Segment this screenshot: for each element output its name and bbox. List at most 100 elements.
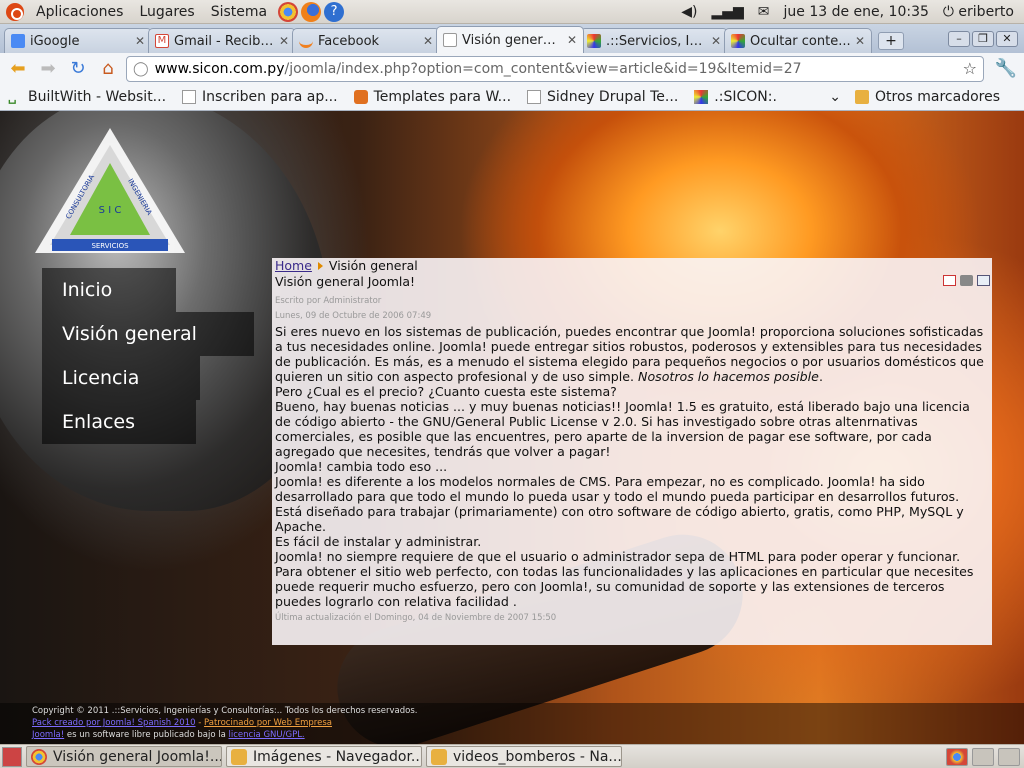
help-icon[interactable]: ? [324,1,345,22]
footer-credits: Pack creado por Joomla! Spanish 2010 - P… [32,718,332,728]
article-paragraph: Bueno, hay buenas noticias ... y muy bue… [275,399,970,459]
page-icon [527,90,542,104]
mail-icon[interactable]: ✉ [758,4,770,20]
ubuntu-logo-icon[interactable] [6,2,24,21]
address-bar[interactable]: ◯ www.sicon.com.py/joomla/index.php?opti… [126,55,984,82]
other-bookmarks[interactable]: Otros marcadores [854,89,1000,105]
joomla-favicon-icon [587,34,601,48]
network-signal-icon[interactable]: ▂▄▆ [711,4,743,20]
article-panel: Home Visión general Visión general Jooml… [272,258,992,645]
url-path: /joomla/index.php?option=com_content&vie… [284,60,802,77]
footer-pack-link[interactable]: Pack creado por Joomla! Spanish 2010 [32,718,196,728]
close-icon[interactable]: ✕ [855,34,865,48]
menu-item-licencia[interactable]: Licencia [42,356,200,400]
logo-text-sic: S I C [99,205,122,216]
article-paragraph: Pero ¿Cual es el precio? ¿Cuanto cuesta … [275,384,617,399]
close-icon[interactable]: ✕ [711,34,721,48]
forward-arrow-icon[interactable]: ➡ [36,57,60,81]
bookmark-sicon[interactable]: .:SICON:. [694,89,777,105]
trash-icon[interactable] [998,747,1020,766]
reload-icon[interactable]: ↻ [66,57,90,81]
chevron-down-icon[interactable]: ⌄ [829,89,841,105]
wrench-icon[interactable]: 🔧 [994,57,1018,81]
firefox-launcher-icon[interactable] [301,1,322,22]
igoogle-favicon-icon [11,34,25,48]
menu-item-enlaces[interactable]: Enlaces [42,400,196,444]
tab-strip: iGoogle ✕ M Gmail - Recibi... ✕ Facebook… [0,24,1024,53]
menu-item-vision-general[interactable]: Visión general [42,312,254,356]
tab-title: .::Servicios, In... [606,33,707,49]
tab-vision-general[interactable]: Visión general... ✕ [436,26,584,53]
task-label: videos_bomberos - Na... [453,748,622,765]
breadcrumb-home-link[interactable]: Home [275,258,312,273]
menu-item-inicio[interactable]: Inicio [42,268,176,312]
task-videos[interactable]: videos_bomberos - Na... [426,746,622,767]
article-paragraph: Para obtener el sitio web perfecto, con … [275,564,974,609]
close-icon[interactable]: ✕ [135,34,145,48]
bookmark-templates[interactable]: Templates para W... [353,89,511,105]
user-name: eriberto [958,3,1014,20]
tab-igoogle[interactable]: iGoogle ✕ [4,28,152,53]
folder-icon [231,748,247,765]
bookmark-inscriben[interactable]: Inscriben para ap... [182,89,338,105]
tab-gmail[interactable]: M Gmail - Recibi... ✕ [148,28,296,53]
new-tab-button[interactable]: + [878,32,904,50]
close-window-button[interactable]: ✕ [996,31,1018,47]
show-desktop-button[interactable] [2,746,22,767]
volume-icon[interactable]: ◀) [681,4,697,20]
breadcrumb-arrow-icon [317,261,323,270]
close-icon[interactable]: ✕ [279,34,289,48]
close-icon[interactable]: ✕ [567,33,577,47]
article-paragraph: Es fácil de instalar y administrar. [275,534,482,549]
workspace-switcher[interactable] [972,747,994,766]
web-page: SERVICIOS CONSULTORIA INGENIERIA S I C I… [0,111,1024,744]
menu-sistema[interactable]: Sistema [203,4,275,20]
bookmark-star-icon[interactable]: ☆ [963,59,977,78]
url-host: www.sicon.com.py [154,60,285,77]
user-menu[interactable]: ⏻ eriberto [943,4,1014,20]
pdf-icon[interactable] [943,275,956,286]
print-icon[interactable] [960,275,973,286]
clock[interactable]: jue 13 de ene, 10:35 [784,4,929,20]
footer-license-link[interactable]: licencia GNU/GPL. [229,730,305,740]
footer-license: Joomla! es un software libre publicado b… [32,730,305,740]
tab-title: Gmail - Recibi... [174,33,275,49]
tab-servicios[interactable]: .::Servicios, In... ✕ [580,28,728,53]
task-imagenes[interactable]: Imágenes - Navegador... [226,746,422,767]
menu-aplicaciones[interactable]: Aplicaciones [28,4,131,20]
article-emphasis: Nosotros lo hacemos posible [638,369,819,384]
bookmark-sidney[interactable]: Sidney Drupal Te... [527,89,678,105]
joomla-icon [694,90,709,104]
article-paragraph: Joomla! es diferente a los modelos norma… [275,474,964,534]
tab-facebook[interactable]: Facebook ✕ [292,28,440,53]
power-icon: ⏻ [942,3,954,20]
templates-icon [353,90,368,104]
site-footer: Copyright © 2011 .::Servicios, Ingenierí… [0,703,1024,744]
bookmark-label: Sidney Drupal Te... [547,89,679,105]
close-icon[interactable]: ✕ [423,34,433,48]
chrome-launcher-icon[interactable] [278,1,299,22]
article-paragraph: Joomla! no siempre requiere de que el us… [275,549,961,564]
home-icon[interactable]: ⌂ [96,57,120,81]
tab-title: iGoogle [30,33,80,49]
menu-lugares[interactable]: Lugares [131,4,202,20]
footer-copyright: Copyright © 2011 .::Servicios, Ingenierí… [32,706,418,716]
back-arrow-icon[interactable]: ⬅ [6,57,30,81]
bookmark-builtwith[interactable]: ␣ BuiltWith - Websit... [8,89,166,105]
site-main-menu: Inicio Visión general Licencia Enlaces [42,268,254,444]
article-date: Lunes, 09 de Octubre de 2006 07:49 [275,311,432,321]
minimize-button[interactable]: – [948,31,970,47]
footer-joomla-link[interactable]: Joomla! [32,730,64,740]
article-last-updated: Última actualización el Domingo, 04 de N… [275,613,557,623]
loading-favicon-icon [299,34,313,48]
tab-ocultar[interactable]: Ocultar conte... ✕ [724,28,872,53]
chrome-icon [31,748,47,765]
maximize-button[interactable]: ❐ [972,31,994,47]
task-chrome[interactable]: Visión general Joomla!... [26,746,222,767]
sicon-logo[interactable]: SERVICIOS CONSULTORIA INGENIERIA S I C [30,123,190,263]
breadcrumb: Home Visión general [275,258,989,273]
article-title: Visión general Joomla! [275,273,416,289]
email-icon[interactable] [977,275,990,286]
footer-sponsor-link[interactable]: Patrocinado por Web Empresa [204,718,332,728]
chrome-tray-icon[interactable] [946,747,968,766]
